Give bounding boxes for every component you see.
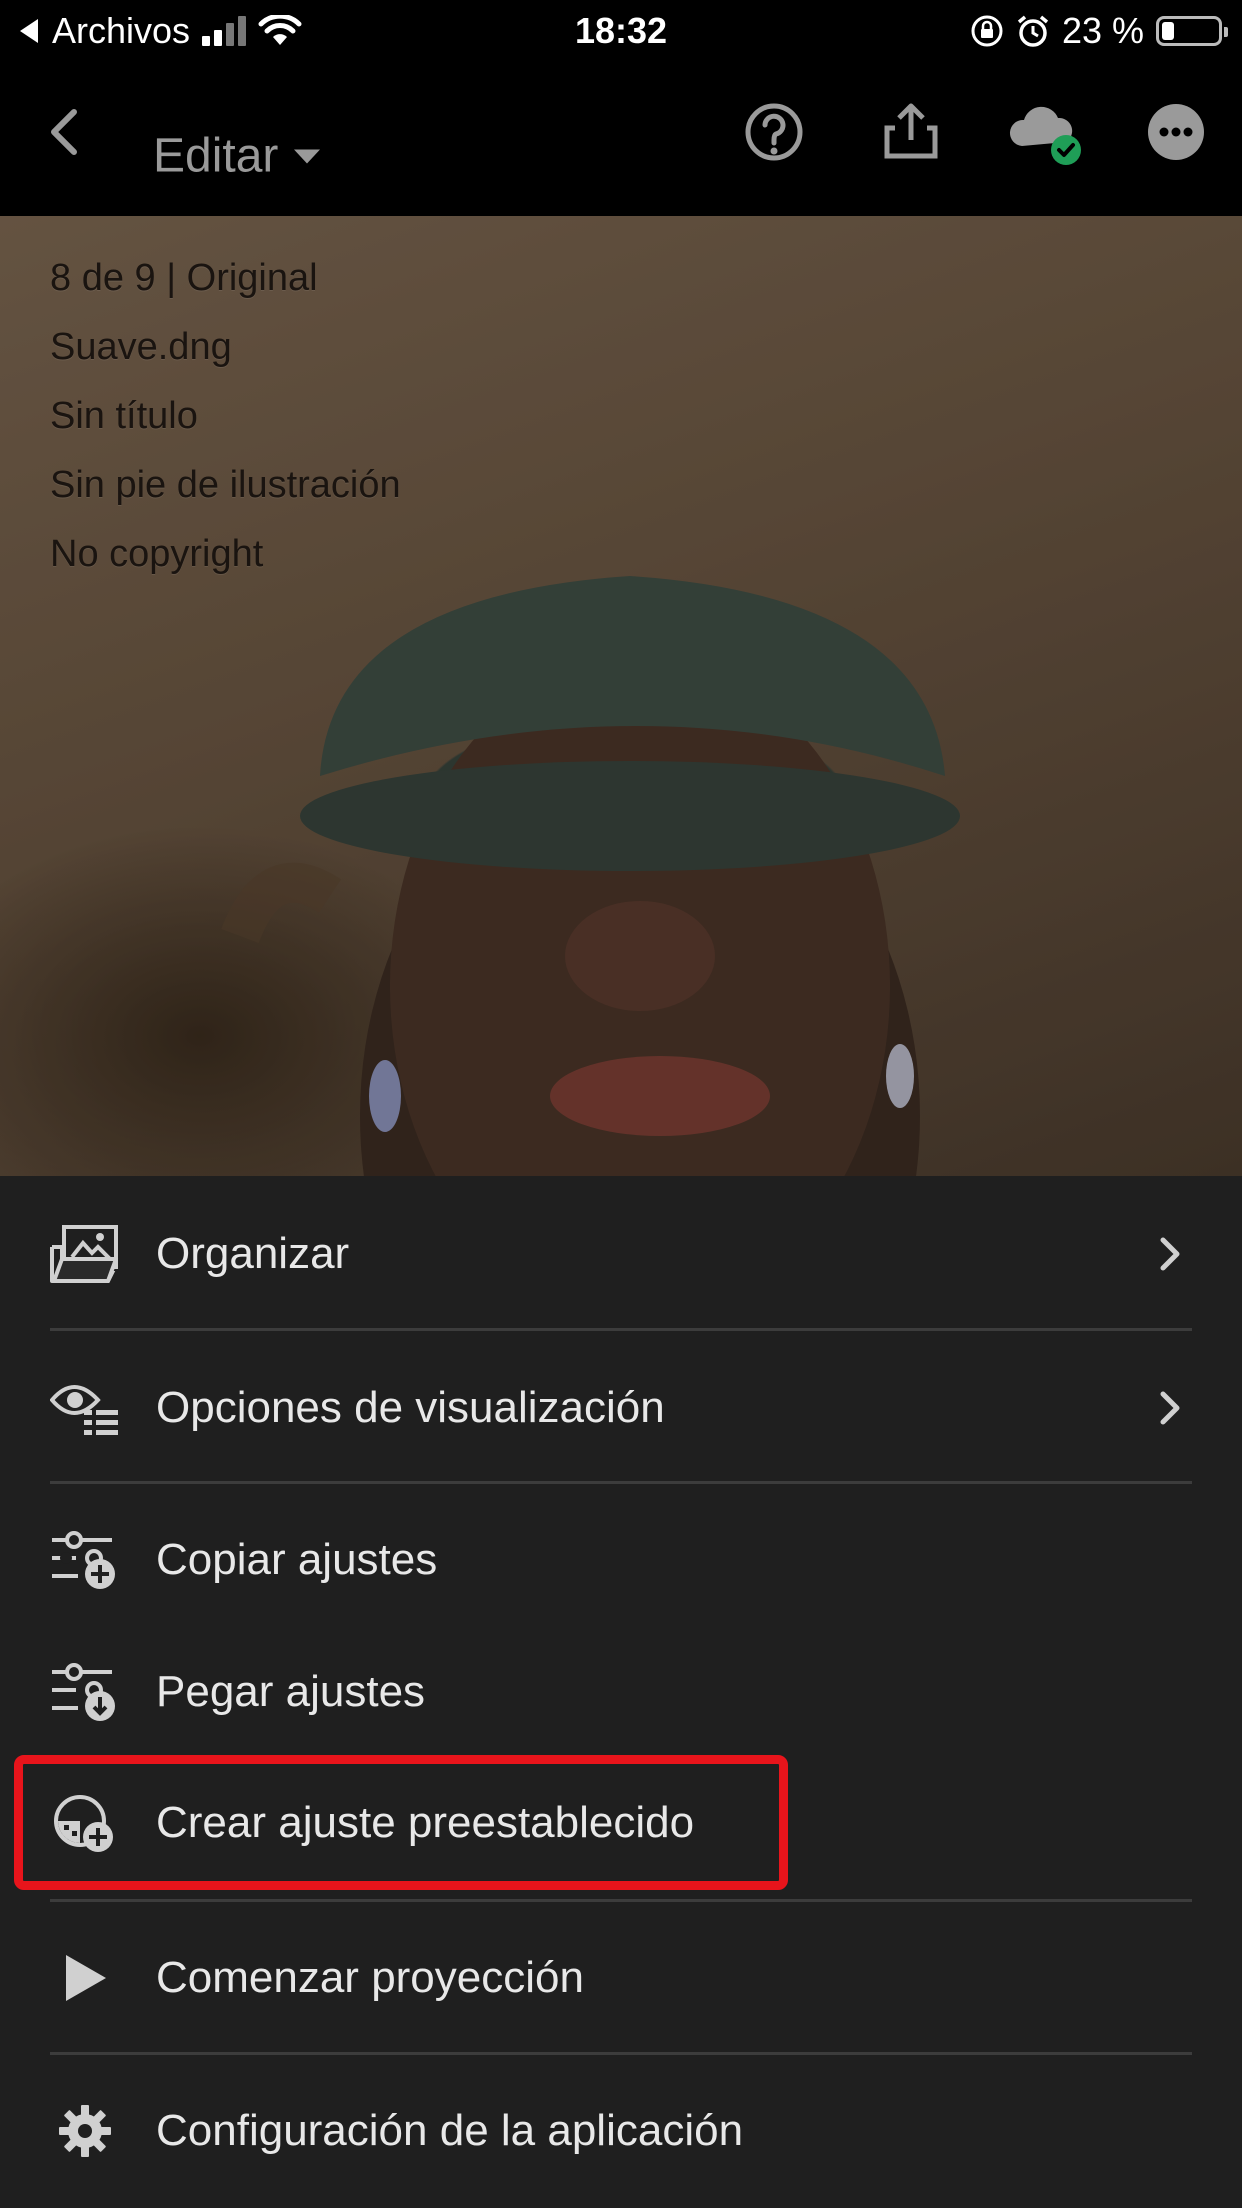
menu-item-organize[interactable]: Organizar <box>0 1202 1242 1306</box>
cloud-sync-icon[interactable] <box>1004 92 1084 172</box>
menu-item-copy-settings[interactable]: Copiar ajustes <box>0 1508 1242 1612</box>
menu-item-label: Organizar <box>156 1229 350 1278</box>
app-header: Editar <box>0 62 1242 216</box>
divider <box>50 1328 1192 1331</box>
highlight-box <box>14 1755 788 1890</box>
alarm-icon <box>1017 15 1049 47</box>
chevron-right-icon <box>1160 1237 1180 1271</box>
back-chevron-icon[interactable] <box>28 92 108 172</box>
battery-icon <box>1156 16 1228 46</box>
divider <box>50 1481 1192 1484</box>
play-icon <box>50 1943 120 2013</box>
photo-info-copyright: No copyright <box>50 533 264 575</box>
menu-item-start-slideshow[interactable]: Comenzar proyección <box>0 1926 1242 2030</box>
menu-item-label: Configuración de la aplicación <box>156 2106 744 2155</box>
photo-info-title: Sin título <box>50 395 198 437</box>
gear-icon <box>50 2096 120 2166</box>
photo-info-overlay: 8 de 9 | Original Suave.dng Sin título S… <box>50 244 401 589</box>
menu-item-paste-settings[interactable]: Pegar ajustes <box>0 1640 1242 1744</box>
menu-item-label: Comenzar proyección <box>156 1953 584 2002</box>
organize-icon <box>50 1219 120 1289</box>
status-bar: Archivos 18:32 23 % <box>0 0 1242 62</box>
page-title: Editar <box>153 129 279 183</box>
divider <box>50 2052 1192 2055</box>
chevron-down-icon <box>294 149 321 163</box>
edit-mode-dropdown[interactable]: Editar <box>153 129 322 184</box>
menu-item-label: Opciones de visualización <box>156 1383 665 1432</box>
chevron-right-icon <box>1160 1391 1180 1425</box>
more-options-icon[interactable] <box>1136 92 1216 172</box>
menu-item-label: Copiar ajustes <box>156 1535 438 1584</box>
paste-settings-icon <box>50 1657 120 1727</box>
copy-settings-icon <box>50 1525 120 1595</box>
view-options-icon <box>50 1373 120 1443</box>
menu-item-view-options[interactable]: Opciones de visualización <box>0 1356 1242 1460</box>
photo-preview[interactable]: 8 de 9 | Original Suave.dng Sin título S… <box>0 216 1242 1176</box>
help-icon[interactable] <box>734 92 814 172</box>
orientation-lock-icon <box>971 15 1003 47</box>
battery-percent: 23 % <box>1061 10 1144 51</box>
status-right: 23 % <box>970 8 1228 54</box>
menu-item-label: Pegar ajustes <box>156 1667 426 1716</box>
share-icon[interactable] <box>871 92 951 172</box>
photo-info-caption: Sin pie de ilustración <box>50 464 401 506</box>
photo-info-count: 8 de 9 | Original <box>50 257 318 299</box>
menu-item-app-settings[interactable]: Configuración de la aplicación <box>0 2079 1242 2183</box>
photo-info-filename: Suave.dng <box>50 326 232 368</box>
divider <box>50 1899 1192 1902</box>
